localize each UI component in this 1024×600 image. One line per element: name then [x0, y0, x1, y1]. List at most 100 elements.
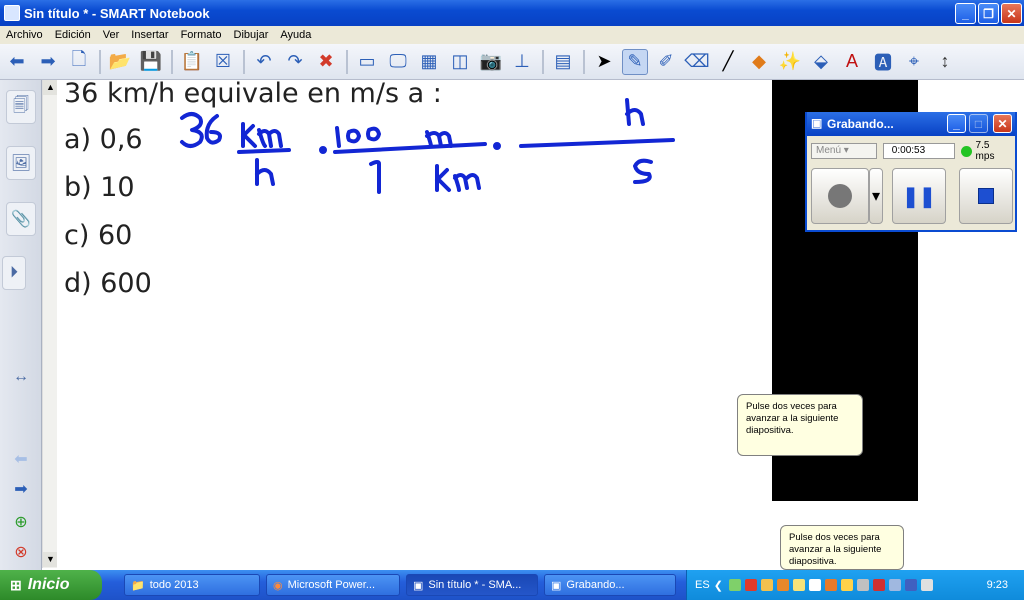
tray-app-icon[interactable]	[888, 579, 901, 591]
dual-page-icon[interactable]: ◫	[447, 49, 473, 75]
handwritten-ink	[180, 98, 675, 194]
capture-icon[interactable]: 📷	[478, 49, 504, 75]
document-camera-icon[interactable]: ⊥	[509, 49, 535, 75]
undo-icon[interactable]: ↶	[251, 49, 277, 75]
task-label: Microsoft Power...	[287, 579, 376, 591]
task-todo-2013[interactable]: 📁 todo 2013	[124, 574, 260, 596]
start-button[interactable]: ⊞ Inicio	[0, 570, 102, 600]
language-indicator[interactable]: ES	[695, 579, 710, 591]
menu-edicion[interactable]: Edición	[49, 29, 97, 41]
network-icon[interactable]	[728, 579, 741, 591]
pause-button[interactable]: ❚❚	[892, 168, 946, 224]
menu-archivo[interactable]: Archivo	[0, 29, 49, 41]
recorder-title: Grabando...	[827, 117, 894, 131]
magic-pen-icon[interactable]: ✨	[777, 49, 803, 75]
measurement-tools-icon[interactable]: ⌖	[901, 49, 927, 75]
open-folder-icon[interactable]: 📂	[107, 49, 133, 75]
recorder-minimize-button[interactable]: _	[947, 114, 966, 133]
acrobat-icon[interactable]	[744, 579, 757, 591]
eraser-icon[interactable]: ⌫	[684, 49, 710, 75]
properties-icon[interactable]: 🅰	[870, 49, 896, 75]
minimize-button[interactable]: _	[955, 3, 976, 24]
add-page-icon[interactable]: 🗋	[66, 49, 92, 75]
tray-app-icon[interactable]	[824, 579, 837, 591]
menu-formato[interactable]: Formato	[175, 29, 228, 41]
tooltip-slide-advance: Pulse dos veces para avanzar a la siguie…	[737, 394, 863, 456]
table-icon[interactable]: ▤	[550, 49, 576, 75]
pen-icon[interactable]: ✎	[622, 48, 648, 75]
fill-icon[interactable]: ⬙	[808, 49, 834, 75]
side-add-page-icon[interactable]: ⊕	[6, 505, 36, 539]
side-delete-page-icon[interactable]: ⊗	[6, 535, 36, 569]
forward-arrow-icon[interactable]: ➡	[35, 49, 61, 75]
tray-app-icon[interactable]	[776, 579, 789, 591]
line-icon[interactable]: ╱	[715, 49, 741, 75]
record-button[interactable]	[811, 168, 869, 224]
task-smart-notebook[interactable]: ▣ Sin título * - SMA...	[406, 574, 538, 596]
recorder-time: 0:00:53	[882, 143, 955, 159]
tray-app-icon[interactable]	[760, 579, 773, 591]
tray-app-icon[interactable]	[792, 579, 805, 591]
restore-button[interactable]: ❐	[978, 3, 999, 24]
recorder-menu-dropdown[interactable]: Menú ▾	[811, 143, 877, 159]
paste-icon[interactable]: 📋	[179, 49, 205, 75]
volume-icon[interactable]	[920, 579, 933, 591]
select-pointer-icon[interactable]: ➤	[591, 49, 617, 75]
start-label: Inicio	[27, 576, 70, 593]
full-screen-icon[interactable]: 🖵	[385, 49, 411, 75]
side-tabs: 🗐 🖼 📎 ⏵ ↔ ⬅ ➡ ⊕ ⊗	[0, 80, 42, 570]
windows-logo-icon: ⊞	[10, 576, 22, 593]
attachments-tab[interactable]: 📎	[6, 202, 36, 236]
close-button[interactable]: ✕	[1001, 3, 1022, 24]
task-powerpoint[interactable]: ◉ Microsoft Power...	[266, 574, 400, 596]
tray-app-icon[interactable]	[808, 579, 821, 591]
vertical-scrollbar[interactable]: ▲ ▼	[42, 80, 58, 568]
resize-arrows-icon[interactable]: ↔	[6, 360, 36, 394]
collapse-sidebar-icon[interactable]: ⏵	[2, 256, 26, 290]
shapes-icon[interactable]: ◆	[746, 49, 772, 75]
task-recorder[interactable]: ▣ Grabando...	[544, 574, 676, 596]
side-back-arrow-icon[interactable]: ⬅	[6, 442, 36, 476]
tray-app-icon[interactable]	[872, 579, 885, 591]
page-sorter-tab[interactable]: 🗐	[6, 90, 36, 124]
smart-notebook-icon	[4, 5, 20, 21]
screen-shade-icon[interactable]: ▭	[354, 49, 380, 75]
clock[interactable]: 9:23	[987, 579, 1008, 591]
tray-app-icon[interactable]	[840, 579, 853, 591]
back-arrow-icon[interactable]: ⬅	[4, 49, 30, 75]
transparent-bg-icon[interactable]: ▦	[416, 49, 442, 75]
creative-pen-icon[interactable]: ✐	[653, 49, 679, 75]
delete-icon[interactable]: ✖	[313, 49, 339, 75]
redo-icon[interactable]: ↷	[282, 49, 308, 75]
window-title: Sin título * - SMART Notebook	[24, 5, 210, 21]
clear-page-icon[interactable]: ☒	[210, 49, 236, 75]
scroll-down-icon[interactable]: ▼	[43, 552, 58, 567]
tray-expand-icon[interactable]: ❮	[714, 579, 723, 592]
tooltip-slide-advance-2: Pulse dos veces para avanzar a la siguie…	[780, 525, 904, 570]
text-icon[interactable]: A	[839, 49, 865, 75]
task-label: todo 2013	[149, 579, 199, 591]
save-icon[interactable]: 💾	[138, 49, 164, 75]
menu-ver[interactable]: Ver	[97, 29, 126, 41]
toolbar-separator	[542, 49, 544, 74]
system-tray: ES ❮ 9:23	[686, 570, 1024, 600]
recorder-maximize-button: □	[969, 114, 988, 133]
stop-button[interactable]	[959, 168, 1013, 224]
side-forward-arrow-icon[interactable]: ➡	[6, 472, 36, 506]
toolbar-separator	[243, 49, 245, 74]
scroll-up-icon[interactable]: ▲	[43, 80, 58, 95]
recorder-window: ▣ Grabando... _ □ ✕ Menú ▾ 0:00:53 7.5 m…	[805, 112, 1017, 232]
recorder-close-button[interactable]: ✕	[993, 114, 1012, 133]
gallery-tab[interactable]: 🖼	[6, 146, 36, 180]
menu-insertar[interactable]: Insertar	[125, 29, 174, 41]
toolbar-separator	[171, 49, 173, 74]
record-icon	[828, 184, 852, 208]
menu-ayuda[interactable]: Ayuda	[274, 29, 317, 41]
toolbar: ⬅ ➡ 🗋 📂 💾 📋 ☒ ↶ ↷ ✖ ▭ 🖵 ▦ ◫ 📷 ⊥ ▤ ➤ ✎ ✐ …	[0, 44, 1024, 80]
menu-dibujar[interactable]: Dibujar	[228, 29, 275, 41]
record-options-button[interactable]: ▾	[869, 168, 883, 224]
move-toolbar-icon[interactable]: ↕	[932, 49, 958, 75]
whiteboard-canvas[interactable]: 36 km/h equivale en m/s a : a) 0,6 b) 10…	[57, 78, 772, 568]
tray-app-icon[interactable]	[856, 579, 869, 591]
tray-app-icon[interactable]	[904, 579, 917, 591]
